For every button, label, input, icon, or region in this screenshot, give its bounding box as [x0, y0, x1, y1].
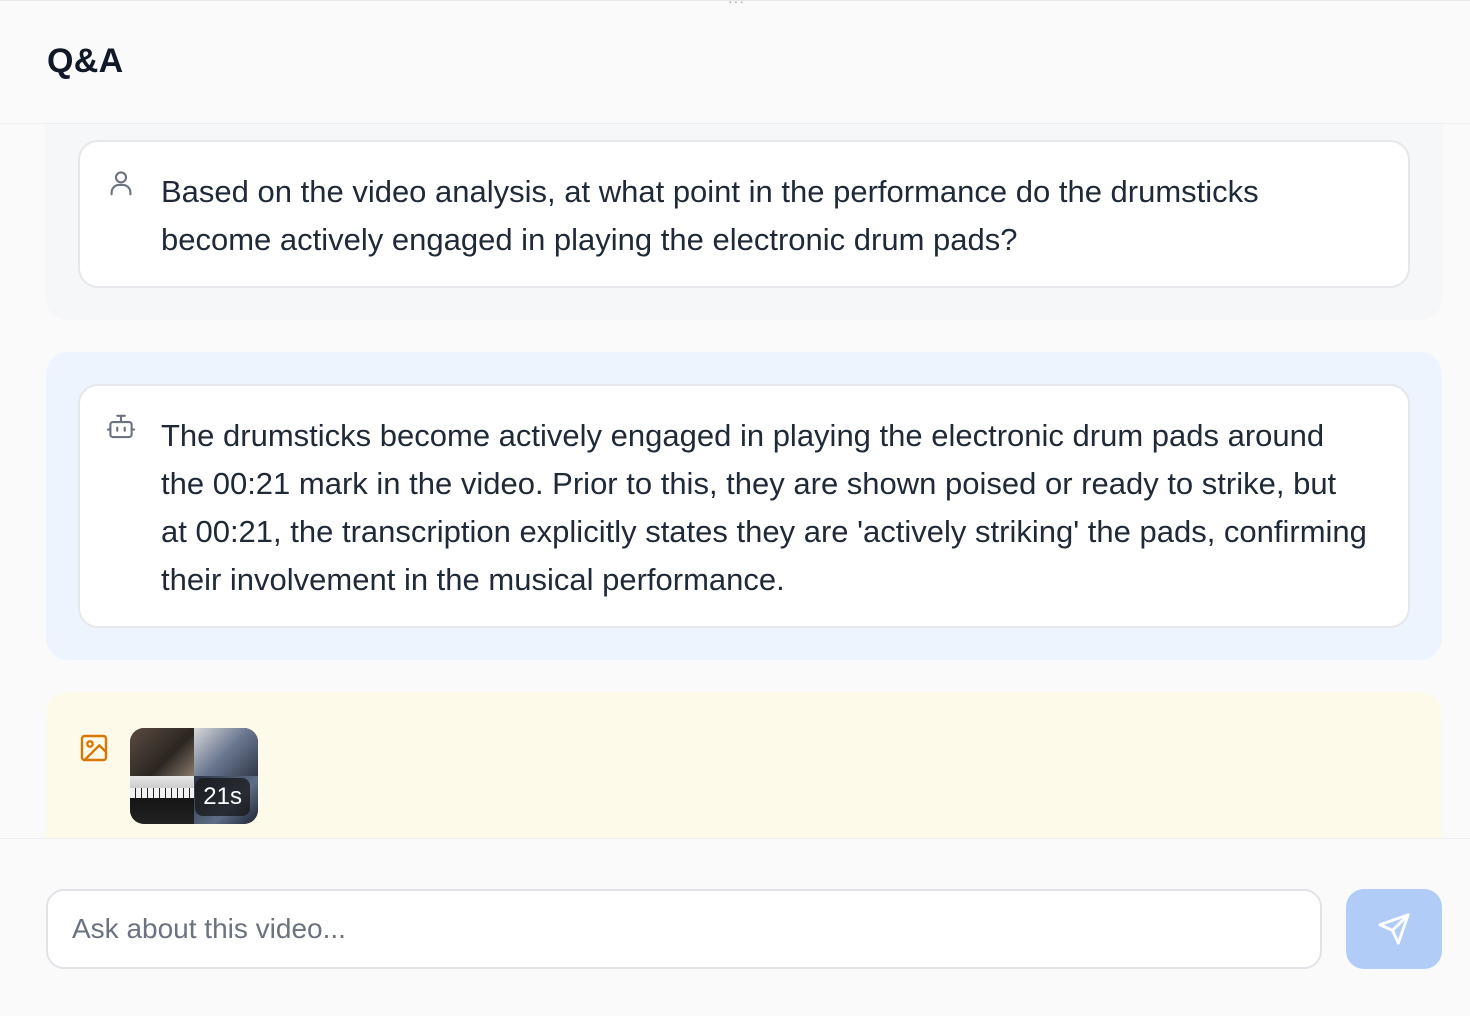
panel-header: ··· Q&A	[0, 0, 1470, 124]
image-message: 21s	[46, 692, 1442, 838]
thumbnail-keyboard	[130, 788, 194, 798]
panel-title: Q&A	[47, 42, 124, 80]
assistant-message-card: The drumsticks become actively engaged i…	[78, 384, 1410, 628]
drag-handle-dots[interactable]: ···	[728, 0, 745, 9]
thumbnail-quadrant	[130, 728, 194, 776]
question-input[interactable]	[46, 889, 1322, 969]
thumbnail-quadrant	[194, 728, 258, 776]
message-list[interactable]: Based on the video analysis, at what poi…	[0, 125, 1470, 838]
user-message-text: Based on the video analysis, at what poi…	[161, 174, 1259, 257]
bot-icon	[106, 414, 136, 439]
composer	[0, 838, 1470, 1016]
timestamp-badge: 21s	[195, 778, 250, 816]
send-icon	[1378, 913, 1410, 945]
video-frame-thumbnail[interactable]: 21s	[130, 728, 258, 824]
user-message: Based on the video analysis, at what poi…	[46, 125, 1442, 320]
assistant-message: The drumsticks become actively engaged i…	[46, 352, 1442, 660]
thumbnail-quadrant	[130, 776, 194, 824]
user-message-card: Based on the video analysis, at what poi…	[78, 140, 1410, 288]
drag-handle[interactable]: ···	[0, 0, 1470, 9]
image-icon	[80, 734, 108, 762]
assistant-message-text: The drumsticks become actively engaged i…	[161, 418, 1367, 597]
send-button[interactable]	[1346, 889, 1442, 969]
user-icon	[110, 171, 132, 196]
